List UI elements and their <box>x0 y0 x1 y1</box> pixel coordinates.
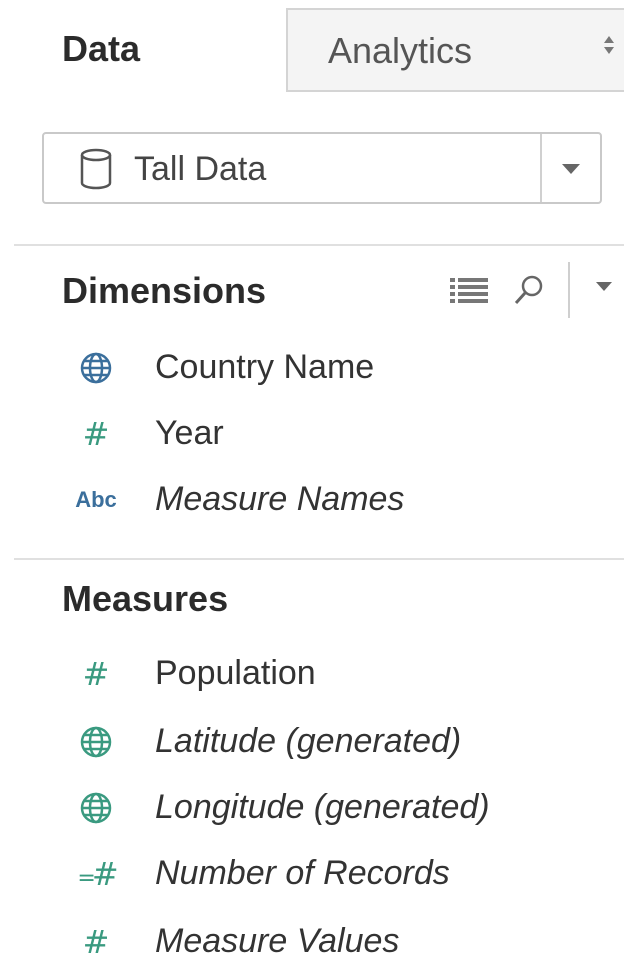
dimensions-title: Dimensions <box>62 270 267 311</box>
calculated-number-icon: =# <box>77 855 118 893</box>
field-country-name[interactable]: Country Name <box>0 338 624 398</box>
field-label: Number of Records <box>155 854 450 892</box>
field-label: Latitude (generated) <box>155 722 462 760</box>
abc-icon: Abc <box>75 487 117 512</box>
field-label: Country Name <box>155 348 375 386</box>
field-year[interactable]: # Year <box>0 404 624 464</box>
field-measure-values[interactable]: # Measure Values <box>0 912 624 972</box>
section-divider <box>14 558 624 560</box>
section-divider <box>14 244 624 246</box>
globe-icon <box>66 348 126 388</box>
field-label: Measure Values <box>155 922 400 960</box>
database-icon <box>78 148 114 195</box>
tab-analytics[interactable]: Analytics <box>286 8 624 92</box>
field-longitude-generated[interactable]: Longitude (generated) <box>0 778 624 838</box>
dropdown-divider <box>540 134 542 202</box>
field-number-of-records[interactable]: =# Number of Records <box>0 844 624 904</box>
globe-icon <box>66 722 126 762</box>
field-latitude-generated[interactable]: Latitude (generated) <box>0 712 624 772</box>
field-label: Longitude (generated) <box>155 788 490 826</box>
search-icon[interactable] <box>512 274 546 311</box>
globe-icon <box>66 788 126 828</box>
measures-title: Measures <box>62 578 229 619</box>
data-source-label: Tall Data <box>134 150 267 188</box>
view-list-icon[interactable] <box>448 276 490 309</box>
tab-data-label: Data <box>62 28 141 69</box>
chevron-down-icon[interactable] <box>562 164 580 174</box>
number-icon: # <box>82 415 110 453</box>
dropdown-arrow-icon[interactable] <box>596 282 612 291</box>
tab-analytics-label: Analytics <box>328 30 473 71</box>
field-label: Measure Names <box>155 480 405 518</box>
number-icon: # <box>82 655 110 693</box>
field-label: Population <box>155 654 316 692</box>
tab-data[interactable]: Data <box>0 0 286 92</box>
field-label: Year <box>155 414 224 452</box>
side-pane-tabs: Data Analytics <box>0 0 624 92</box>
sort-arrows-icon[interactable] <box>602 34 616 60</box>
toolbar-divider <box>568 262 570 318</box>
number-icon: # <box>82 923 110 961</box>
field-measure-names[interactable]: Abc Measure Names <box>0 470 624 530</box>
field-population[interactable]: # Population <box>0 644 624 704</box>
data-source-selector[interactable]: Tall Data <box>42 132 602 204</box>
